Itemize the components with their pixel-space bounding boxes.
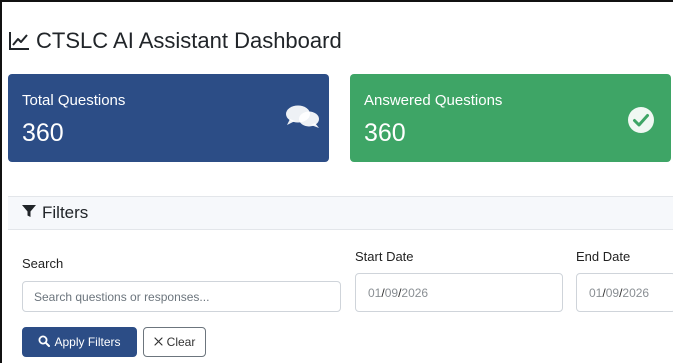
end-date-month: 01 bbox=[589, 285, 603, 300]
start-date-month: 01 bbox=[368, 285, 382, 300]
start-date-input[interactable]: 01/09/2026 bbox=[355, 273, 563, 312]
total-questions-label: Total Questions bbox=[22, 92, 126, 109]
search-label: Search bbox=[22, 256, 64, 271]
search-input[interactable] bbox=[22, 281, 341, 312]
end-date-label: End Date bbox=[576, 249, 631, 264]
check-circle-icon bbox=[626, 105, 656, 140]
start-date-day: 09 bbox=[384, 285, 399, 300]
start-date-label: Start Date bbox=[355, 249, 414, 264]
clear-button[interactable]: Clear bbox=[143, 327, 206, 357]
filters-header: Filters bbox=[8, 196, 673, 230]
apply-filters-button[interactable]: Apply Filters bbox=[22, 327, 137, 357]
window-border-left bbox=[0, 0, 2, 363]
start-date-year: 2026 bbox=[401, 285, 429, 300]
comments-icon bbox=[285, 104, 321, 135]
search-icon bbox=[38, 335, 51, 350]
filters-title: Filters bbox=[42, 203, 89, 222]
answered-questions-label: Answered Questions bbox=[364, 92, 503, 109]
end-date-year: 2026 bbox=[622, 285, 650, 300]
close-icon bbox=[154, 335, 163, 349]
page-title: CTSLC AI Assistant Dashboard bbox=[8, 26, 342, 56]
filter-icon bbox=[22, 203, 36, 223]
page-title-text: CTSLC AI Assistant Dashboard bbox=[36, 28, 342, 53]
line-chart-icon bbox=[8, 31, 30, 51]
apply-filters-label: Apply Filters bbox=[54, 335, 121, 349]
total-questions-value: 360 bbox=[22, 119, 64, 147]
clear-label: Clear bbox=[166, 335, 196, 349]
end-date-input[interactable]: 01/09/2026 bbox=[576, 273, 673, 312]
end-date-day: 09 bbox=[605, 285, 620, 300]
window-border-top bbox=[0, 0, 673, 2]
answered-questions-card: Answered Questions 360 bbox=[350, 74, 671, 162]
answered-questions-value: 360 bbox=[364, 119, 406, 147]
total-questions-card: Total Questions 360 bbox=[8, 74, 329, 162]
